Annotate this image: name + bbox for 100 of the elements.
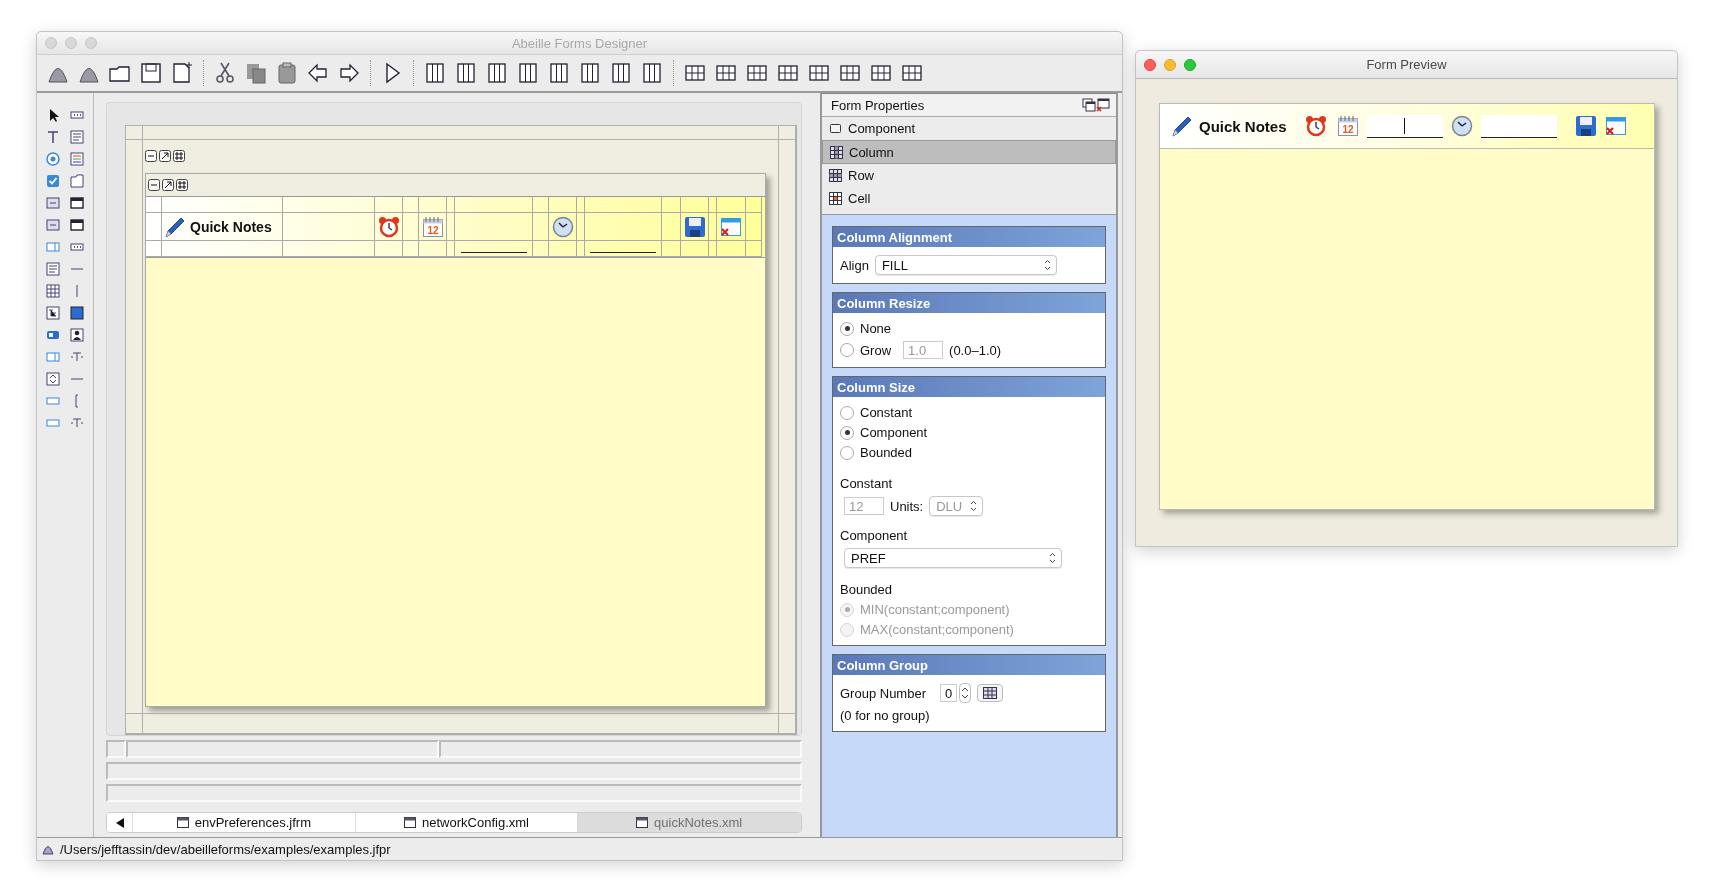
group-header: Column Size xyxy=(833,377,1105,397)
copy-icon[interactable] xyxy=(244,61,268,85)
radio-icon[interactable] xyxy=(46,152,60,166)
person-icon[interactable] xyxy=(70,328,84,342)
scroll-left-button[interactable] xyxy=(107,813,133,832)
file-path: /Users/jefftassin/dev/abeilleforms/examples/examples.jfpr xyxy=(60,841,391,857)
columns-icon[interactable] xyxy=(485,61,509,85)
window-title: Abeille Forms Designer xyxy=(510,35,649,51)
grid-cell xyxy=(533,197,549,213)
columns-icon[interactable] xyxy=(516,61,540,85)
close-icon[interactable] xyxy=(1096,98,1110,112)
columns-icon[interactable] xyxy=(578,61,602,85)
columns-icon[interactable] xyxy=(609,61,633,85)
grid-cell xyxy=(746,241,762,257)
row-grid-icon xyxy=(829,168,842,182)
input-field[interactable] xyxy=(1366,114,1443,138)
left-arrow-icon[interactable] xyxy=(306,61,330,85)
property-tab[interactable]: Row xyxy=(822,164,1116,187)
left-triangle-icon xyxy=(114,817,125,828)
cone-icon xyxy=(42,843,54,855)
cell-grid-icon xyxy=(829,191,842,205)
ellipsis-field-icon[interactable] xyxy=(70,240,84,254)
grid-icon xyxy=(983,687,998,699)
alarm-clock-icon xyxy=(1304,115,1327,137)
window-icon xyxy=(404,817,417,828)
columns-icon[interactable] xyxy=(423,61,447,85)
checkbox-icon[interactable] xyxy=(46,174,60,188)
updown-arrows-icon xyxy=(1048,552,1057,564)
collapse-icon[interactable] xyxy=(148,179,160,191)
component-icon xyxy=(829,121,842,135)
property-tab[interactable]: Cell xyxy=(822,187,1116,210)
right-arrow-icon[interactable] xyxy=(337,61,361,85)
grid-cell xyxy=(533,241,549,257)
list-icon[interactable] xyxy=(70,152,84,166)
field-icon[interactable] xyxy=(46,416,60,430)
tree-icon[interactable] xyxy=(46,306,60,320)
expand-icon[interactable] xyxy=(162,179,174,191)
square-icon[interactable] xyxy=(70,306,84,320)
toggle-icon[interactable] xyxy=(46,328,60,342)
collapse-icon[interactable] xyxy=(145,150,157,162)
grid-icon[interactable] xyxy=(176,179,188,191)
pen-icon xyxy=(164,215,186,238)
ok-button-icon[interactable] xyxy=(46,196,60,210)
dropdown[interactable]: FILL xyxy=(874,255,1057,275)
panel-icon[interactable] xyxy=(70,218,84,232)
panel-title: Form Properties xyxy=(831,97,926,113)
combo-box-icon[interactable] xyxy=(46,240,60,254)
radio-button[interactable] xyxy=(840,343,854,357)
text-area-icon[interactable] xyxy=(46,262,60,276)
new-file-icon[interactable] xyxy=(170,61,194,85)
text-icon[interactable] xyxy=(46,130,60,144)
grid-cell xyxy=(662,241,681,257)
text-cursor xyxy=(1404,117,1406,134)
ellipsis-field-icon[interactable] xyxy=(70,108,84,122)
zoom-window-button[interactable] xyxy=(1184,58,1196,71)
panel-icon[interactable] xyxy=(70,196,84,210)
input-field[interactable] xyxy=(1480,114,1557,138)
float-window-icon[interactable] xyxy=(1082,98,1096,112)
pen-icon xyxy=(1171,115,1193,137)
form-title: Quick Notes xyxy=(190,218,272,235)
save-icon[interactable] xyxy=(1574,115,1597,137)
file-tab[interactable]: envPreferences.jfrm xyxy=(133,813,356,832)
tab-label: Cell xyxy=(848,190,871,206)
combo-box-icon[interactable] xyxy=(46,350,60,364)
expand-icon[interactable] xyxy=(159,150,171,162)
columns-icon[interactable] xyxy=(454,61,478,85)
columns-icon[interactable] xyxy=(547,61,571,85)
group-header: Column Resize xyxy=(833,293,1105,313)
radio-button[interactable] xyxy=(840,321,854,336)
grid-icon[interactable] xyxy=(173,150,185,162)
tab-label: envPreferences.jfrm xyxy=(194,815,311,830)
table-icon[interactable] xyxy=(46,284,60,298)
number-field[interactable]: 0 xyxy=(940,684,958,702)
paste-icon[interactable] xyxy=(275,61,299,85)
tab-label: Column xyxy=(849,144,894,160)
field-icon[interactable] xyxy=(46,394,60,408)
radio-button[interactable] xyxy=(840,405,854,420)
calendar-icon: 12 xyxy=(1336,115,1359,137)
grid-cell xyxy=(403,241,419,257)
group-button[interactable] xyxy=(977,684,1004,702)
columns-icon[interactable] xyxy=(640,61,664,85)
spinner-icon[interactable] xyxy=(46,372,60,386)
radio-button[interactable] xyxy=(840,425,854,440)
close-window-icon[interactable] xyxy=(1604,115,1627,137)
radio-label: MIN(constant;component) xyxy=(860,602,1010,617)
spinner-arrows-icon[interactable] xyxy=(959,683,972,703)
radio-button[interactable] xyxy=(840,445,854,460)
file-tab[interactable]: quickNotes.xml xyxy=(578,813,801,832)
close-window-button[interactable] xyxy=(1144,58,1156,71)
cut-icon[interactable] xyxy=(213,61,237,85)
dropdown[interactable]: PREF xyxy=(844,548,1062,568)
ok-button-icon[interactable] xyxy=(46,218,60,232)
radio-label: None xyxy=(860,321,892,336)
text-area-icon[interactable] xyxy=(70,130,84,144)
property-tab[interactable]: Column xyxy=(822,140,1116,164)
updown-arrows-icon xyxy=(969,500,979,512)
save-icon[interactable] xyxy=(139,61,163,85)
field-label: Component xyxy=(840,528,909,543)
tabbed-pane-icon[interactable] xyxy=(70,174,84,188)
property-tab[interactable]: Component xyxy=(822,117,1116,140)
